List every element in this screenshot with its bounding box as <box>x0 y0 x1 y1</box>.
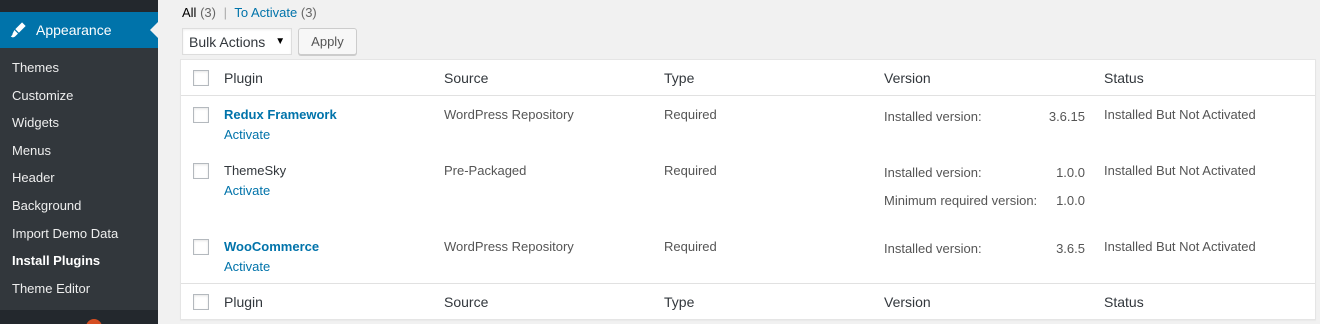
plugin-cell: WooCommerce Activate <box>224 239 319 274</box>
table-row: WooCommerce Activate WordPress Repositor… <box>181 228 1315 283</box>
installed-version-label: Installed version: <box>884 241 982 256</box>
sidebar-item-install-plugins[interactable]: Install Plugins <box>0 247 158 275</box>
sidebar-item-import-demo-data[interactable]: Import Demo Data <box>0 220 158 248</box>
status-cell: Installed But Not Activated <box>1104 107 1256 122</box>
table-body: Redux Framework Activate WordPress Repos… <box>181 96 1315 283</box>
sidebar-item-theme-editor[interactable]: Theme Editor <box>0 275 158 303</box>
minimum-version-label: Minimum required version: <box>884 193 1038 208</box>
source-cell: Pre-Packaged <box>444 163 527 178</box>
minimum-version-value: 1.0.0 <box>1056 193 1085 208</box>
activate-link[interactable]: Activate <box>224 127 337 142</box>
activate-link[interactable]: Activate <box>224 183 286 198</box>
row-checkbox[interactable] <box>193 239 209 255</box>
sidebar-item-themes[interactable]: Themes <box>0 54 158 82</box>
source-cell: WordPress Repository <box>444 239 574 254</box>
column-header-source[interactable]: Source <box>444 70 488 86</box>
status-cell: Installed But Not Activated <box>1104 163 1256 178</box>
column-footer-plugin[interactable]: Plugin <box>224 294 263 310</box>
plugin-cell: Redux Framework Activate <box>224 107 337 142</box>
status-cell: Installed But Not Activated <box>1104 239 1256 254</box>
filter-to-activate-link[interactable]: To Activate <box>234 5 297 20</box>
sidebar-item-customize[interactable]: Customize <box>0 82 158 110</box>
select-all-checkbox[interactable] <box>193 70 209 86</box>
column-footer-version: Version <box>884 294 931 310</box>
installed-version-value: 1.0.0 <box>1056 165 1085 180</box>
bulk-actions-bar: Bulk Actions ▼ Apply <box>182 28 357 55</box>
filter-all-label[interactable]: All <box>182 5 196 20</box>
column-header-version: Version <box>884 70 931 86</box>
installed-version-line: Installed version: 3.6.15 <box>884 109 1085 124</box>
apply-button[interactable]: Apply <box>298 28 357 55</box>
caret-down-icon: ▼ <box>275 36 286 47</box>
version-cell: Installed version: 1.0.0 Minimum require… <box>884 165 1085 208</box>
bulk-actions-select[interactable]: Bulk Actions ▼ <box>182 28 293 55</box>
active-menu-notch <box>150 22 158 38</box>
table-header: Plugin Source Type Version Status <box>181 60 1315 96</box>
sidebar-submenu: Themes Customize Widgets Menus Header Ba… <box>0 48 158 310</box>
installed-version-value: 3.6.15 <box>1048 109 1085 124</box>
sidebar-menu-appearance[interactable]: Appearance <box>0 12 158 48</box>
paintbrush-icon <box>0 21 36 39</box>
sidebar-item-background[interactable]: Background <box>0 192 158 220</box>
sidebar-menu-label: Appearance <box>36 22 112 38</box>
row-checkbox[interactable] <box>193 163 209 179</box>
column-header-status[interactable]: Status <box>1104 70 1144 86</box>
installed-version-label: Installed version: <box>884 109 982 124</box>
admin-sidebar: Appearance Themes Customize Widgets Menu… <box>0 0 158 324</box>
sidebar-item-menus[interactable]: Menus <box>0 137 158 165</box>
version-cell: Installed version: 3.6.15 <box>884 109 1085 124</box>
column-footer-source[interactable]: Source <box>444 294 488 310</box>
bulk-actions-value: Bulk Actions <box>189 33 266 50</box>
sidebar-item-header[interactable]: Header <box>0 164 158 192</box>
table-row: ThemeSky Activate Pre-Packaged Required … <box>181 152 1315 228</box>
activate-link[interactable]: Activate <box>224 259 319 274</box>
source-cell: WordPress Repository <box>444 107 574 122</box>
plugins-table: Plugin Source Type Version Status Redux … <box>180 59 1316 320</box>
select-all-checkbox-footer[interactable] <box>193 294 209 310</box>
installed-version-line: Installed version: 1.0.0 <box>884 165 1085 180</box>
type-cell: Required <box>664 239 717 254</box>
plugin-name: ThemeSky <box>224 163 287 178</box>
sidebar-item-widgets[interactable]: Widgets <box>0 109 158 137</box>
column-footer-status[interactable]: Status <box>1104 294 1144 310</box>
filter-all-count: (3) <box>200 5 216 20</box>
filter-separator: | <box>223 5 227 20</box>
installed-version-label: Installed version: <box>884 165 982 180</box>
filter-to-activate-count: (3) <box>300 5 317 20</box>
minimum-version-line: Minimum required version: 1.0.0 <box>884 193 1085 208</box>
plugin-name-link[interactable]: Redux Framework <box>224 107 337 122</box>
column-header-plugin[interactable]: Plugin <box>224 70 263 86</box>
plugin-cell: ThemeSky Activate <box>224 163 286 198</box>
type-cell: Required <box>664 163 717 178</box>
filter-links: All (3) | To Activate (3) <box>182 5 317 20</box>
table-row: Redux Framework Activate WordPress Repos… <box>181 96 1315 152</box>
version-cell: Installed version: 3.6.5 <box>884 241 1085 256</box>
column-header-type[interactable]: Type <box>664 70 694 86</box>
update-count-badge <box>86 319 102 324</box>
row-checkbox[interactable] <box>193 107 209 123</box>
installed-version-value: 3.6.5 <box>1056 241 1085 256</box>
table-footer: Plugin Source Type Version Status <box>181 283 1315 319</box>
sidebar-top-strip <box>0 0 158 12</box>
installed-version-line: Installed version: 3.6.5 <box>884 241 1085 256</box>
type-cell: Required <box>664 107 717 122</box>
column-footer-type[interactable]: Type <box>664 294 694 310</box>
plugin-name-link[interactable]: WooCommerce <box>224 239 319 254</box>
sidebar-menu-plugins[interactable] <box>0 312 158 324</box>
